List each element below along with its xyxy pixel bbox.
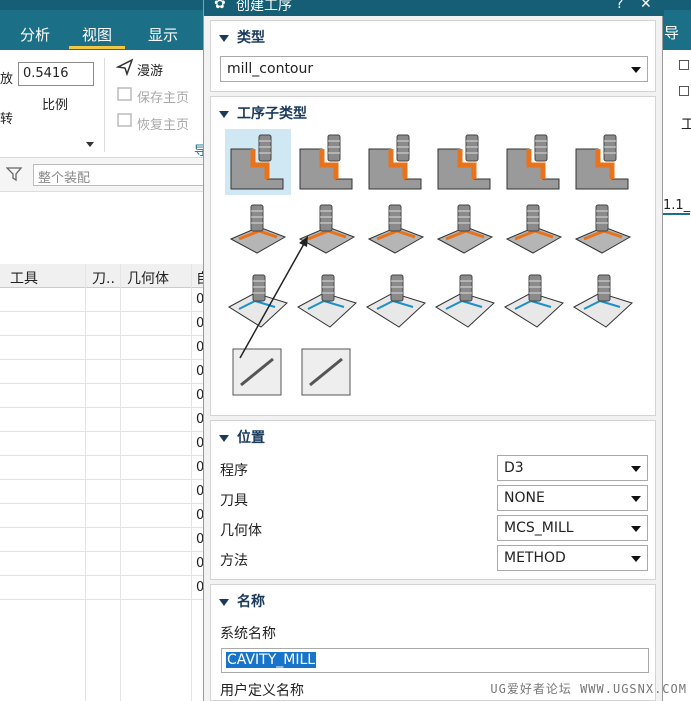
annotation-arrow: [239, 236, 308, 359]
watermark: UG爱好者论坛 WWW.UGSNX.COM: [490, 682, 687, 696]
